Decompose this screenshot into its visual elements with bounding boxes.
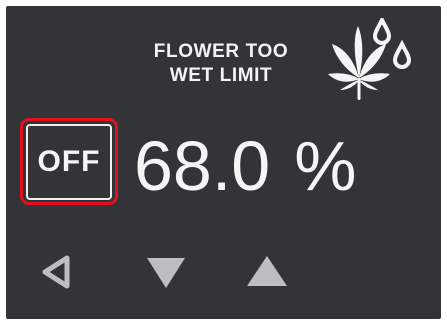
setting-title-line2: WET LIMIT bbox=[169, 65, 273, 86]
increase-button[interactable] bbox=[242, 252, 292, 292]
off-button[interactable]: OFF bbox=[20, 118, 118, 205]
cannabis-leaf-water-drops-icon bbox=[328, 18, 412, 100]
down-triangle-icon bbox=[147, 258, 185, 288]
decrease-button[interactable] bbox=[141, 252, 191, 292]
off-button-inner: OFF bbox=[26, 123, 112, 200]
limit-readout: 68.0% bbox=[134, 126, 357, 206]
back-button[interactable] bbox=[36, 252, 86, 292]
limit-unit: % bbox=[294, 127, 357, 205]
up-triangle-icon bbox=[247, 256, 287, 286]
device-screen: FLOWER TOO WET LIMIT OFF 68.0 % bbox=[6, 6, 441, 319]
back-triangle-icon bbox=[42, 255, 70, 289]
setting-title-line1: FLOWER TOO bbox=[153, 41, 289, 62]
limit-value: 68.0 bbox=[134, 127, 271, 205]
setting-title: FLOWER TOO WET LIMIT bbox=[121, 40, 321, 88]
off-button-label: OFF bbox=[37, 144, 101, 178]
